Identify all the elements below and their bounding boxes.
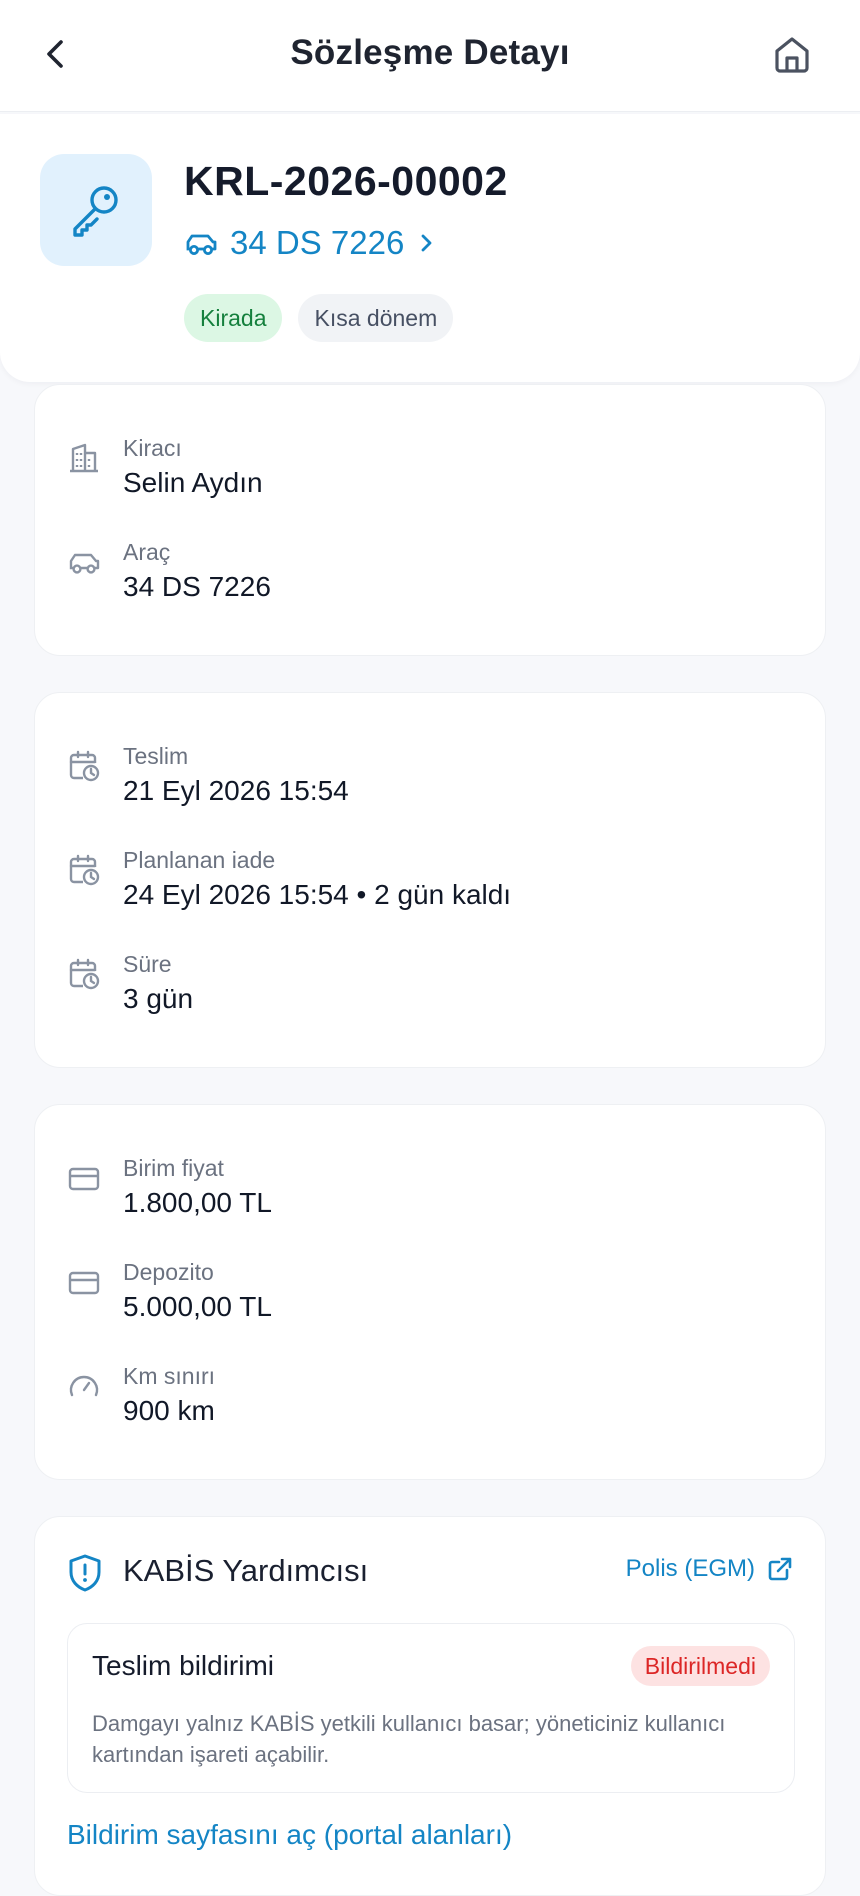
- info-value: 24 Eyl 2026 15:54 • 2 gün kaldı: [123, 879, 512, 910]
- dates-card: Teslim 21 Eyl 2026 15:54 Planlanan iade …: [34, 692, 826, 1068]
- info-row-planned-return: Planlanan iade 24 Eyl 2026 15:54 • 2 gün…: [35, 847, 825, 937]
- info-row-delivery: Teslim 21 Eyl 2026 15:54: [35, 743, 825, 833]
- home-button[interactable]: [770, 32, 814, 76]
- info-label: Süre: [123, 951, 172, 977]
- gauge-icon: [69, 1375, 99, 1397]
- info-label: Kiracı: [123, 435, 182, 461]
- status-badge: Kirada: [184, 294, 283, 342]
- calendar-clock-icon: [69, 958, 100, 990]
- info-value: 34 DS 7226: [123, 571, 271, 602]
- info-row-vehicle: Araç 34 DS 7226: [35, 539, 825, 629]
- contract-summary: KRL-2026-00002 34 DS 7226 Kirada Kısa dö…: [0, 114, 860, 382]
- info-value: Selin Aydın: [123, 467, 263, 498]
- car-icon: [186, 234, 217, 255]
- notice-title: Teslim bildirimi: [92, 1650, 275, 1681]
- key-icon: [73, 186, 118, 237]
- pricing-card: Birim fiyat 1.800,00 TL Depozito 5.000,0…: [34, 1104, 826, 1480]
- info-label: Depozito: [123, 1259, 214, 1285]
- police-link-label: Polis (EGM): [625, 1555, 755, 1582]
- info-row-duration: Süre 3 gün: [35, 951, 825, 1041]
- info-label: Teslim: [123, 743, 189, 769]
- info-row-km-limit: Km sınırı 900 km: [35, 1363, 825, 1453]
- building-icon: [70, 443, 98, 473]
- calendar-clock-icon: [69, 750, 100, 782]
- info-label: Araç: [123, 539, 171, 565]
- app-bar: Sözleşme Detayı: [0, 0, 860, 112]
- notice-status-badge: Bildirilmedi: [630, 1646, 770, 1686]
- info-row-unit-price: Birim fiyat 1.800,00 TL: [35, 1155, 825, 1245]
- type-badge: Kısa dönem: [298, 294, 454, 342]
- credit-card-icon: [68, 1271, 100, 1295]
- contract-avatar: [40, 154, 152, 266]
- status-badges: Kirada Kısa dönem: [184, 294, 454, 342]
- info-value: 5.000,00 TL: [123, 1291, 272, 1322]
- delivery-notice: Teslim bildirimi Bildirilmedi Damgayı ya…: [67, 1623, 795, 1793]
- kabis-title: KABİS Yardımcısı: [123, 1553, 369, 1588]
- info-row-tenant: Kiracı Selin Aydın: [35, 435, 825, 525]
- info-label: Birim fiyat: [123, 1155, 224, 1181]
- vehicle-plate: 34 DS 7226: [230, 224, 405, 261]
- credit-card-icon: [68, 1167, 100, 1191]
- chevron-right-icon: [421, 234, 432, 252]
- police-link[interactable]: Polis (EGM): [626, 1555, 793, 1583]
- calendar-clock-icon: [69, 854, 100, 886]
- shield-alert-icon: [69, 1554, 101, 1592]
- notice-description: Damgayı yalnız KABİS yetkili kullanıcı b…: [92, 1711, 726, 1767]
- info-label: Km sınırı: [123, 1363, 216, 1389]
- car-icon: [69, 553, 100, 574]
- home-icon: [775, 37, 809, 73]
- contract-number: KRL-2026-00002: [184, 158, 508, 204]
- page-title: Sözleşme Detayı: [290, 33, 570, 72]
- info-value: 1.800,00 TL: [123, 1187, 272, 1218]
- open-notice-page-link[interactable]: Bildirim sayfasını aç (portal alanları): [67, 1819, 512, 1851]
- info-label: Planlanan iade: [123, 847, 276, 873]
- info-value: 21 Eyl 2026 15:54: [123, 775, 349, 806]
- kabis-card: KABİS Yardımcısı Polis (EGM) Teslim bild…: [34, 1516, 826, 1896]
- vehicle-link[interactable]: 34 DS 7226: [184, 218, 436, 268]
- external-link-icon: [768, 1557, 792, 1581]
- info-value: 900 km: [123, 1395, 215, 1426]
- info-row-deposit: Depozito 5.000,00 TL: [35, 1259, 825, 1349]
- info-value: 3 gün: [123, 983, 194, 1014]
- party-card: Kiracı Selin Aydın Araç 34 DS 7226: [34, 384, 826, 656]
